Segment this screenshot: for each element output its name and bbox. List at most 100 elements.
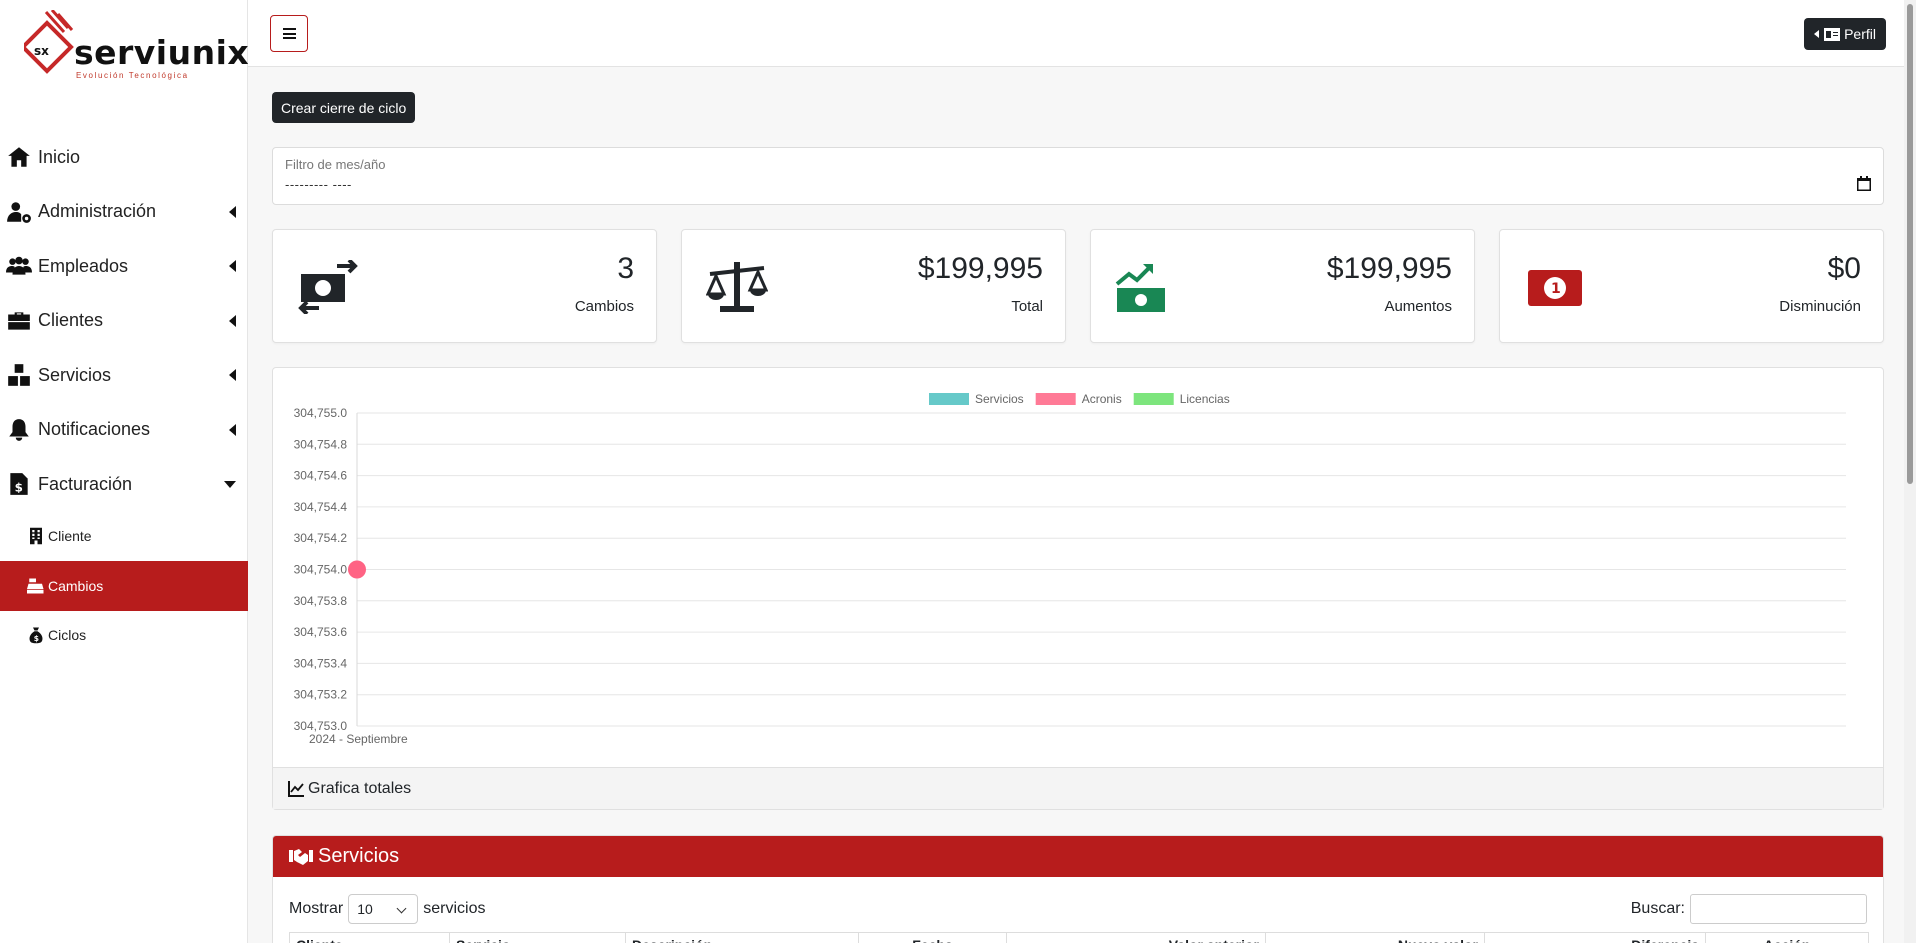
y-tick-label: 304,753.6 [294, 625, 348, 639]
handshake-icon [289, 848, 313, 865]
y-tick-label: 304,754.0 [294, 563, 348, 577]
totals-chart-card: 304,755.0 304,754.8 304,754.6 304,754.4 304,… [272, 367, 1884, 810]
services-table-card: Servicios Mostrar 10 servicios Buscar: C… [272, 835, 1884, 943]
page-length-control: Mostrar 10 servicios [289, 894, 485, 924]
sidebar-toggle-button[interactable] [270, 15, 308, 52]
sidebar-subitem-ciclos[interactable]: $ Ciclos [0, 611, 248, 661]
chart-footer: Grafica totales [273, 767, 1883, 809]
boxes-icon [8, 364, 30, 387]
search-input[interactable] [1690, 894, 1867, 924]
legend-swatch [929, 393, 969, 405]
sidebar-item-label: Administración [38, 201, 157, 222]
filter-label: Filtro de mes/año [285, 157, 386, 172]
caret-down-icon [224, 481, 236, 489]
sidebar-item-inicio[interactable]: Inicio [0, 130, 248, 185]
sidebar-item-label: Servicios [38, 364, 112, 385]
calendar-icon[interactable] [1857, 176, 1871, 191]
sidebar-item-servicios[interactable]: Servicios [0, 348, 248, 403]
sidebar-subitem-label: Cliente [48, 528, 92, 545]
sidebar-item-notificaciones[interactable]: Notificaciones [0, 403, 248, 458]
search-label: Buscar: [1630, 900, 1685, 917]
totals-chart: 304,755.0 304,754.8 304,754.6 304,754.4 304,… [294, 392, 1846, 746]
sidebar-item-label: Inicio [38, 146, 81, 167]
table-header: Cliente Servicio Descripción Fecha Valor… [289, 932, 1869, 943]
sidebar-subitem-cliente[interactable]: Cliente [0, 512, 248, 562]
page-scrollbar[interactable] [1904, 0, 1916, 943]
svg-text:$: $ [34, 634, 39, 643]
sidebar-item-clientes[interactable]: Clientes [0, 294, 248, 349]
y-tick-label: 304,753.2 [294, 688, 348, 702]
column-header-diferencia[interactable]: Diferencia [1484, 933, 1705, 943]
data-point-acronis [348, 560, 366, 579]
svg-text:1: 1 [1551, 281, 1561, 297]
column-header-accion[interactable]: Acción [1705, 933, 1869, 943]
app-root: sx serviunix Evolución Tecnológica Inici… [0, 0, 1916, 943]
create-cycle-button[interactable]: Crear cierre de ciclo [272, 92, 416, 123]
y-tick-label: 304,754.8 [294, 437, 348, 451]
sidebar-subitem-label: Ciclos [48, 627, 87, 644]
sidebar-item-empleados[interactable]: Empleados [0, 239, 248, 294]
brand-logo[interactable]: sx serviunix Evolución Tecnológica [24, 10, 249, 80]
line-chart-icon [288, 780, 304, 797]
page-length-select[interactable]: 10 [348, 894, 419, 924]
y-tick-label: 304,755.0 [294, 406, 348, 420]
sidebar-subitem-label: Cambios [48, 577, 104, 594]
page-length-value: 10 [357, 901, 373, 917]
sidebar-item-label: Empleados [38, 255, 129, 276]
y-tick-label: 304,754.2 [294, 531, 348, 545]
column-header-descripcion[interactable]: Descripción [625, 933, 858, 943]
users-icon [6, 257, 32, 275]
stat-value: 3 [617, 252, 634, 285]
id-card-icon [1824, 27, 1841, 41]
scale-icon [706, 262, 768, 312]
money-exchange-icon [298, 260, 358, 314]
sidebar-item-facturacion[interactable]: $ Facturación [0, 457, 248, 512]
stat-value: $199,995 [1326, 252, 1452, 285]
y-tick-label: 304,753.8 [294, 594, 348, 608]
sidebar-nav: Inicio Administración Empleados Clientes… [0, 130, 248, 660]
legend-label: Servicios [975, 392, 1024, 406]
stat-label: Total [1011, 298, 1043, 315]
stat-card-cambios: 3 Cambios [272, 229, 657, 343]
sidebar-item-administracion[interactable]: Administración [0, 185, 248, 240]
sidebar-subitem-cambios[interactable]: Cambios [0, 561, 248, 611]
month-year-filter[interactable]: Filtro de mes/año --------- ---- [272, 147, 1884, 205]
filter-value: --------- ---- [285, 177, 352, 192]
topbar: Perfil [248, 0, 1916, 67]
y-tick-label: 304,753.0 [294, 719, 348, 733]
profile-button[interactable]: Perfil [1804, 18, 1886, 50]
stat-card-aumentos: $199,995 Aumentos [1090, 229, 1475, 343]
sidebar: sx serviunix Evolución Tecnológica Inici… [0, 0, 249, 943]
column-header-nuevo-valor[interactable]: Nuevo valor [1265, 933, 1484, 943]
stat-value: $0 [1827, 252, 1861, 285]
caret-left-icon [229, 314, 236, 327]
column-header-fecha[interactable]: Fecha [858, 933, 1006, 943]
scrollbar-thumb[interactable] [1907, 4, 1913, 484]
user-gear-icon [7, 202, 31, 223]
legend-label: Acronis [1082, 392, 1122, 406]
y-tick-label: 304,753.4 [294, 656, 348, 670]
cash-register-icon [27, 578, 44, 594]
sidebar-item-label: Facturación [38, 473, 133, 494]
stat-label: Disminución [1779, 298, 1861, 315]
column-header-valor-anterior[interactable]: Valor anterior [1006, 933, 1265, 943]
svg-text:$: $ [15, 481, 23, 495]
caret-left-icon [229, 423, 236, 436]
invoice-dollar-icon: $ [10, 473, 28, 496]
stat-value: $199,995 [917, 252, 1043, 285]
hamburger-icon [282, 28, 296, 39]
money-bag-icon: $ [29, 627, 43, 644]
stat-card-disminucion: 1 $0 Disminución [1499, 229, 1884, 343]
sidebar-item-label: Notificaciones [38, 419, 151, 440]
bell-icon [9, 418, 29, 441]
table-search: Buscar: [1631, 894, 1867, 924]
legend-swatch [1133, 393, 1174, 405]
column-header-servicio[interactable]: Servicio [449, 933, 625, 943]
x-tick-label: 2024 - Septiembre [309, 732, 408, 746]
caret-left-icon [229, 369, 236, 382]
brand-name: serviunix [74, 33, 250, 72]
brand-tagline: Evolución Tecnológica [76, 71, 189, 80]
y-tick-label: 304,754.6 [294, 469, 348, 483]
building-icon [30, 528, 42, 545]
column-header-cliente[interactable]: Cliente [289, 933, 449, 943]
